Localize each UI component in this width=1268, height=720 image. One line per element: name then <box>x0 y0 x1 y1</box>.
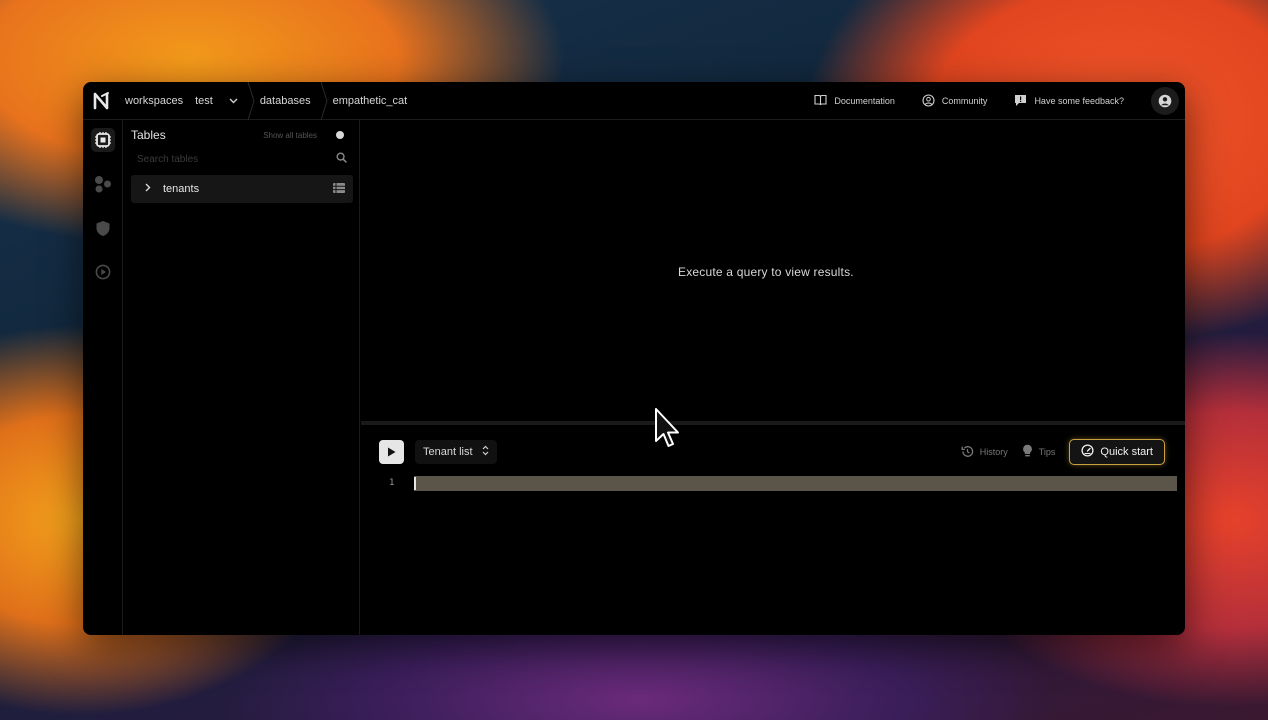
breadcrumb-databases[interactable]: databases <box>256 82 319 120</box>
history-icon <box>961 445 974 460</box>
app-logo[interactable] <box>83 82 121 120</box>
play-icon <box>388 447 396 457</box>
search-input[interactable] <box>137 153 317 165</box>
search-tables <box>131 150 353 168</box>
show-all-tables-toggle[interactable] <box>325 130 345 140</box>
feedback-icon <box>1014 94 1027 109</box>
community-icon <box>922 93 935 109</box>
results-area: Execute a query to view results. <box>361 120 1185 420</box>
table-list-icon[interactable] <box>333 180 345 198</box>
quick-start-label: Quick start <box>1100 446 1153 458</box>
history-label: History <box>979 447 1008 457</box>
breadcrumb: workspaces test databases empathetic_cat <box>121 82 415 120</box>
user-icon <box>1158 94 1172 108</box>
results-empty-message: Execute a query to view results. <box>678 265 854 279</box>
query-name: Tenant list <box>423 446 473 458</box>
breadcrumb-label: workspaces <box>125 94 184 107</box>
breadcrumb-label: test <box>195 94 213 107</box>
feedback-link[interactable]: Have some feedback? <box>1014 94 1124 109</box>
molecules-icon[interactable] <box>91 172 115 196</box>
breadcrumb-workspaces[interactable]: workspaces <box>121 82 191 120</box>
app-window: workspaces test databases empathetic_cat <box>83 82 1185 635</box>
feedback-label: Have some feedback? <box>1034 96 1124 106</box>
avatar[interactable] <box>1151 87 1179 115</box>
breadcrumb-label: databases <box>259 94 311 107</box>
chevron-right-icon[interactable] <box>145 183 151 195</box>
chevron-down-icon <box>229 96 238 106</box>
text-caret <box>414 477 416 490</box>
breadcrumb-database-name[interactable]: empathetic_cat <box>329 82 416 120</box>
run-query-button[interactable] <box>379 440 404 464</box>
top-links: Documentation Community Have some feedba… <box>814 82 1185 120</box>
tables-title: Tables <box>131 128 166 142</box>
play-circle-icon[interactable] <box>91 260 115 284</box>
top-bar: workspaces test databases empathetic_cat <box>83 82 1185 120</box>
line-number: 1 <box>389 478 395 488</box>
documentation-label: Documentation <box>834 96 895 106</box>
table-item-tenants[interactable]: tenants <box>131 175 353 203</box>
breadcrumb-separator <box>246 82 256 120</box>
documentation-link[interactable]: Documentation <box>814 94 895 108</box>
tables-header: Tables Show all tables <box>131 128 345 142</box>
quick-start-button[interactable]: Quick start <box>1069 439 1165 465</box>
show-all-tables-label: Show all tables <box>263 130 317 140</box>
breadcrumb-separator <box>319 82 329 120</box>
tips-label: Tips <box>1038 447 1056 457</box>
community-link[interactable]: Community <box>922 93 988 109</box>
table-name: tenants <box>163 183 200 195</box>
mouse-cursor-icon <box>654 408 680 457</box>
gauge-icon <box>1081 444 1094 460</box>
search-icon[interactable] <box>336 150 347 168</box>
book-icon <box>814 94 827 108</box>
updown-chevron-icon <box>482 445 489 459</box>
breadcrumb-label: empathetic_cat <box>332 94 408 107</box>
query-editor[interactable] <box>414 476 1177 491</box>
community-label: Community <box>941 96 988 106</box>
editor-toolbar: Tenant list History Tips Quick start <box>379 439 1165 465</box>
editor-tools: History Tips Quick start <box>961 439 1165 465</box>
database-icon[interactable] <box>91 128 115 152</box>
show-all-tables: Show all tables <box>263 130 345 140</box>
resize-handle[interactable] <box>361 421 1185 425</box>
lightbulb-icon <box>1022 444 1033 460</box>
shield-icon[interactable] <box>91 216 115 240</box>
breadcrumb-workspace-selector[interactable]: test <box>191 82 246 120</box>
tables-panel: Tables Show all tables tenants <box>124 120 360 635</box>
query-selector[interactable]: Tenant list <box>415 440 497 464</box>
left-rail <box>83 120 123 635</box>
history-button[interactable]: History <box>961 445 1008 460</box>
tips-button[interactable]: Tips <box>1022 444 1056 460</box>
